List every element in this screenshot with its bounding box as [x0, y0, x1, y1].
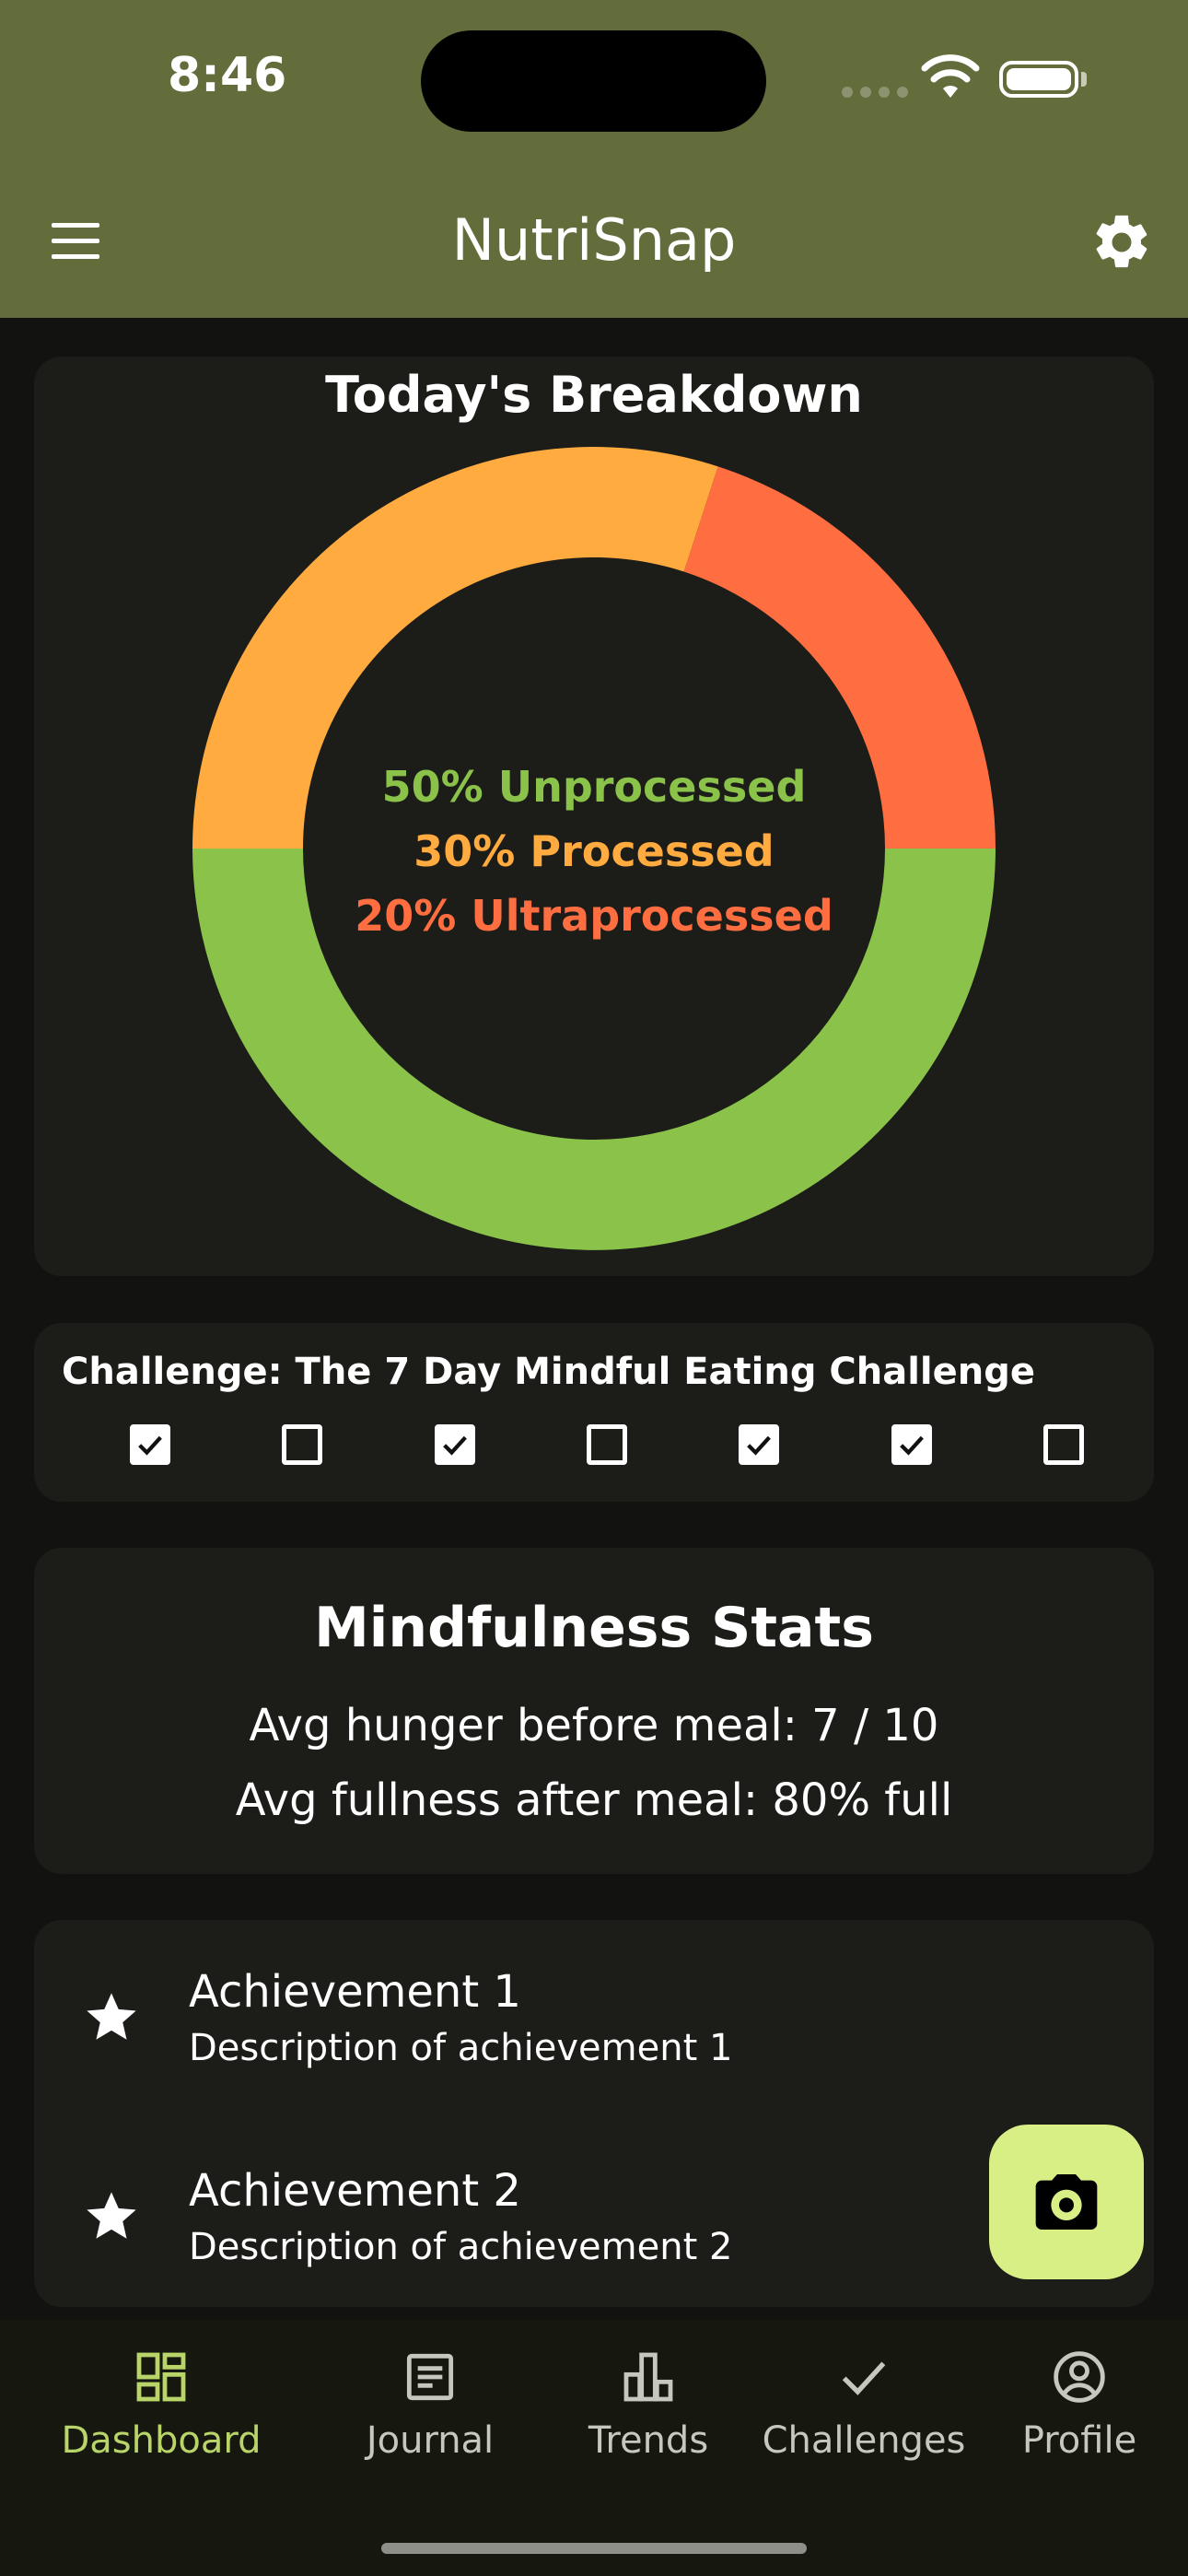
achievement-title: Achievement 2	[189, 2165, 521, 2217]
achievements-card: Achievement 1 Description of achievement…	[34, 1920, 1154, 2307]
challenge-day-checkbox[interactable]	[130, 1424, 170, 1465]
achievement-item[interactable]: Achievement 2 Description of achievement…	[34, 2119, 1154, 2303]
nav-profile[interactable]: Profile	[969, 2348, 1188, 2504]
home-indicator	[381, 2543, 807, 2554]
app-bar: 8:46 NutriSnap	[0, 0, 1188, 318]
settings-gear-icon[interactable]	[1089, 210, 1154, 275]
achievement-item[interactable]: Achievement 1 Description of achievement…	[34, 1920, 1154, 2104]
challenge-day-checkbox[interactable]	[739, 1424, 780, 1465]
wifi-icon	[921, 54, 980, 98]
nav-dashboard[interactable]: Dashboard	[51, 2348, 272, 2504]
app-title: NutriSnap	[451, 206, 737, 274]
nav-trends[interactable]: Trends	[538, 2348, 759, 2504]
achievement-description: Description of achievement 1	[189, 2027, 733, 2069]
challenge-day-checkbox[interactable]	[434, 1424, 475, 1465]
profile-icon	[1054, 2351, 1105, 2403]
ultraprocessed-label: 20% Ultraprocessed	[355, 891, 833, 941]
stats-title: Mindfulness Stats	[314, 1596, 874, 1660]
signal-icon	[842, 87, 908, 98]
bottom-navigation: Dashboard Journal Trends Challenges Prof…	[0, 2320, 1188, 2576]
nav-journal[interactable]: Journal	[320, 2348, 541, 2504]
unprocessed-label: 50% Unprocessed	[381, 762, 807, 812]
nav-label: Profile	[1021, 2419, 1137, 2462]
challenge-day-checkbox[interactable]	[586, 1424, 627, 1465]
achievement-description: Description of achievement 2	[189, 2226, 733, 2268]
camera-icon	[1035, 2174, 1098, 2230]
challenge-card: Challenge: The 7 Day Mindful Eating Chal…	[34, 1323, 1154, 1502]
check-icon	[842, 2361, 886, 2395]
dashboard-icon	[136, 2352, 186, 2402]
achievement-title: Achievement 1	[189, 1966, 521, 2018]
journal-icon	[406, 2353, 454, 2401]
avg-hunger-text: Avg hunger before meal: 7 / 10	[249, 1700, 939, 1751]
challenge-day-checkbox[interactable]	[282, 1424, 323, 1465]
nav-label: Challenges	[762, 2419, 966, 2462]
challenge-day-checkboxes	[115, 1424, 1091, 1470]
trends-icon	[623, 2352, 673, 2402]
avg-fullness-text: Avg fullness after meal: 80% full	[235, 1774, 953, 1826]
battery-icon	[999, 61, 1078, 98]
breakdown-title: Today's Breakdown	[325, 366, 863, 424]
challenge-day-checkbox[interactable]	[891, 1424, 932, 1465]
processed-label: 30% Processed	[413, 826, 775, 876]
breakdown-card: Today's Breakdown 50% Unprocessed 30% Pr…	[34, 357, 1154, 1276]
nav-label: Dashboard	[61, 2419, 262, 2462]
challenge-title: Challenge: The 7 Day Mindful Eating Chal…	[62, 1351, 1036, 1393]
status-time: 8:46	[168, 48, 287, 103]
nav-label: Journal	[366, 2419, 495, 2462]
breakdown-center-labels: 50% Unprocessed 30% Processed 20% Ultrap…	[34, 755, 1154, 948]
challenge-day-checkbox[interactable]	[1042, 1424, 1084, 1465]
nav-label: Trends	[588, 2419, 709, 2462]
star-icon	[87, 2192, 136, 2239]
dynamic-island	[421, 30, 766, 132]
camera-button[interactable]	[989, 2125, 1144, 2279]
star-icon	[87, 1993, 136, 2040]
nav-challenges[interactable]: Challenges	[753, 2348, 974, 2504]
mindfulness-stats-card: Mindfulness Stats Avg hunger before meal…	[34, 1548, 1154, 1874]
